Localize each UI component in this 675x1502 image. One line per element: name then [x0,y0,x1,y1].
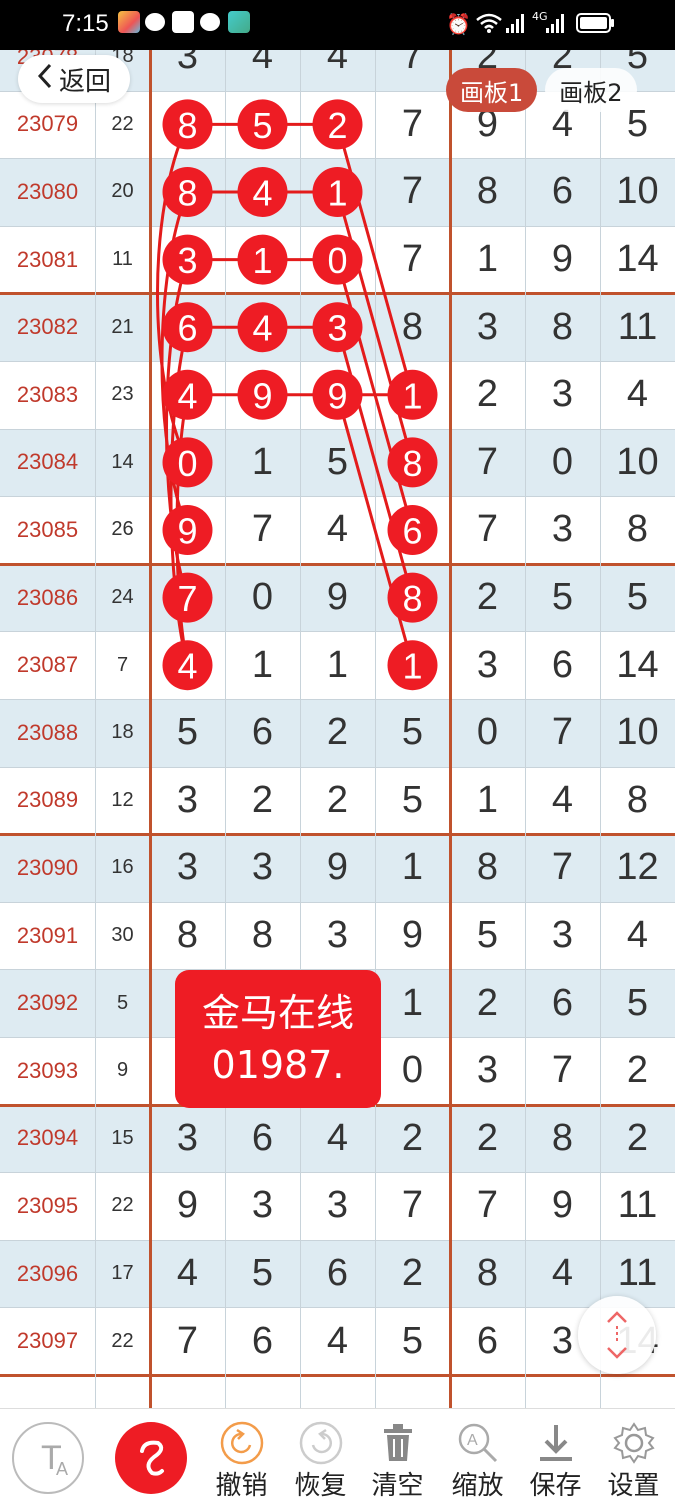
watermark-line-1: 金马在线 [201,991,354,1035]
save-label: 保存 [529,1471,582,1501]
redo-button[interactable]: 恢复 [283,1409,358,1501]
highlight-circle: 8 [162,167,213,217]
undo-icon [220,1421,264,1469]
circle-digit: 0 [327,240,347,281]
redo-icon [299,1421,343,1469]
back-button[interactable]: 返回 [18,55,130,103]
watermark-label: 金马在线 01987. [175,970,381,1108]
message-icon [145,13,165,31]
circle-digit: 2 [327,105,347,146]
tab-board-2[interactable]: 画板2 [545,68,637,112]
pen-stroke-icon [114,1421,188,1499]
highlight-circle: 1 [387,369,438,420]
highlight-circle: 1 [237,234,288,285]
text-tool-button[interactable]: TA [10,1409,85,1501]
circle-digit: 4 [252,308,272,349]
chevron-left-icon [37,63,53,96]
pen-tool-button[interactable] [113,1409,188,1501]
circle-digit: 7 [177,578,197,619]
highlight-circle: 8 [387,572,438,623]
settings-button[interactable]: 设置 [596,1409,671,1501]
highlight-circle: 4 [237,302,288,353]
highlight-circle: 0 [312,234,363,285]
bottom-toolbar: TA 撤销 恢复 清空 A 缩放 保存 设置 [0,1408,675,1501]
signal-icon [505,12,525,39]
highlight-circle: 2 [312,99,363,150]
circle-digit: 0 [177,443,197,484]
tab-board-1[interactable]: 画板1 [446,68,538,112]
circle-digit: 1 [402,375,422,416]
wifi-icon [476,12,502,39]
trash-icon [378,1421,418,1469]
clear-button[interactable]: 清空 [360,1409,435,1501]
circle-digit: 8 [177,105,197,146]
zoom-label: 缩放 [451,1471,504,1501]
svg-text:A: A [467,1432,478,1449]
highlight-circle: 1 [387,640,438,691]
highlight-circle: 1 [312,167,363,217]
circle-digit: 5 [252,105,272,146]
highlight-circle: 4 [237,167,288,217]
svg-text:A: A [56,1459,68,1479]
circle-digit: 6 [177,308,197,349]
circle-digit: 1 [402,646,422,687]
save-button[interactable]: 保存 [518,1409,593,1501]
gear-icon [612,1421,656,1469]
highlight-circle: 9 [237,369,288,420]
text-icon: TA [11,1421,85,1499]
highlight-circle: 0 [162,437,213,488]
alarm-icon: ⏰ [446,12,471,36]
highlight-circle: 3 [312,302,363,353]
redo-label: 恢复 [294,1471,347,1501]
board-tabs: 画板1 画板2 [446,68,637,112]
circle-digit: 9 [327,375,347,416]
wechat-icon [200,13,220,31]
clear-label: 清空 [371,1471,424,1501]
circle-digit: 6 [402,511,422,552]
circle-digit: 9 [252,375,272,416]
highlight-circle: 5 [237,99,288,150]
circle-digit: 4 [177,375,197,416]
signal-icon [545,12,565,39]
highlight-circle: 4 [162,640,213,691]
circle-digit: 9 [177,511,197,552]
circle-digit: 1 [327,173,347,214]
battery-icon [576,12,616,39]
circle-digit: 3 [177,240,197,281]
calendar-icon [172,11,194,33]
undo-label: 撤销 [215,1471,268,1501]
highlight-circle: 6 [387,505,438,555]
edit-app-icon [118,11,140,33]
highlight-circle: 7 [162,572,213,623]
vertical-arrows-icon [602,1308,632,1366]
download-icon [536,1421,576,1469]
circle-digit: 4 [252,173,272,214]
status-time: 7:15 [62,10,109,37]
settings-label: 设置 [607,1471,660,1501]
highlight-circle: 8 [387,437,438,488]
app-icon [228,11,250,33]
highlight-circle: 3 [162,234,213,285]
circle-digit: 8 [177,173,197,214]
circle-digit: 8 [402,578,422,619]
highlight-circle: 4 [162,369,213,420]
highlight-circle: 8 [162,99,213,150]
zoom-button[interactable]: A 缩放 [440,1409,515,1501]
watermark-line-2: 01987. [211,1043,345,1087]
undo-button[interactable]: 撤销 [204,1409,279,1501]
circle-digit: 1 [252,240,272,281]
drawing-overlay: 8 5 2 8 4 1 3 1 0 6 4 3 4 9 9 1 0 8 9 6 7 8 4 1 [156,99,438,691]
highlight-circle: 9 [162,505,213,555]
highlight-circle: 6 [162,302,213,353]
highlight-circle: 9 [312,369,363,420]
back-label: 返回 [58,66,111,97]
zoom-icon: A [456,1421,500,1469]
circle-digit: 8 [402,443,422,484]
circle-digit: 4 [177,646,197,687]
circle-digit: 3 [327,308,347,349]
status-bar: 7:15 ⏰ 4G [0,0,675,50]
scroll-toggle-button[interactable] [578,1296,656,1374]
